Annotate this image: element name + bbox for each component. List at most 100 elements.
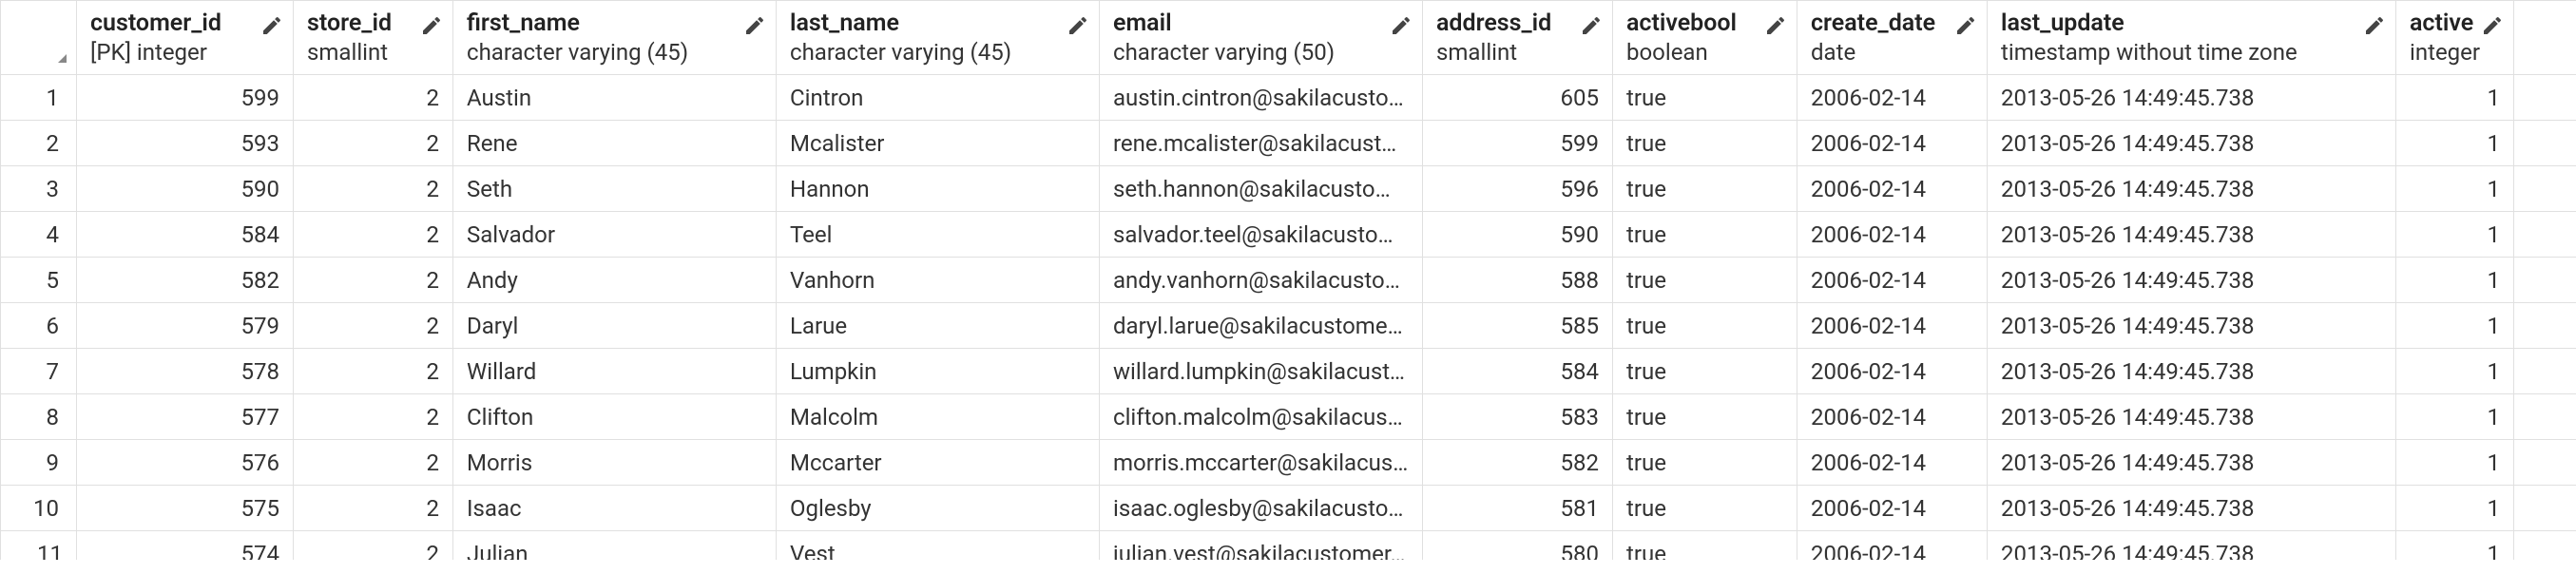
cell-address-id[interactable]: 581 xyxy=(1423,486,1613,531)
row-number-cell[interactable]: 4 xyxy=(1,212,77,258)
pencil-icon[interactable] xyxy=(1390,14,1413,37)
cell-activebool[interactable]: true xyxy=(1613,531,1797,561)
cell-store-id[interactable]: 2 xyxy=(294,349,453,394)
column-header-active[interactable]: active integer xyxy=(2396,1,2514,75)
cell-create-date[interactable]: 2006-02-14 xyxy=(1797,303,1988,349)
cell-last-name[interactable]: Hannon xyxy=(777,166,1100,212)
table-row[interactable]: 45842SalvadorTeelsalvador.teel@sakilacus… xyxy=(1,212,2576,258)
cell-address-id[interactable]: 588 xyxy=(1423,258,1613,303)
cell-active[interactable]: 1 xyxy=(2396,531,2514,561)
cell-active[interactable]: 1 xyxy=(2396,121,2514,166)
cell-first-name[interactable]: Andy xyxy=(453,258,777,303)
row-number-cell[interactable]: 3 xyxy=(1,166,77,212)
column-header-customer-id[interactable]: customer_id [PK] integer xyxy=(77,1,294,75)
cell-last-name[interactable]: Vest xyxy=(777,531,1100,561)
cell-email[interactable]: austin.cintron@sakilacusto… xyxy=(1100,75,1423,121)
cell-last-update[interactable]: 2013-05-26 14:49:45.738 xyxy=(1988,166,2396,212)
cell-customer-id[interactable]: 582 xyxy=(77,258,294,303)
cell-first-name[interactable]: Salvador xyxy=(453,212,777,258)
cell-create-date[interactable]: 2006-02-14 xyxy=(1797,121,1988,166)
cell-address-id[interactable]: 599 xyxy=(1423,121,1613,166)
cell-store-id[interactable]: 2 xyxy=(294,75,453,121)
cell-last-update[interactable]: 2013-05-26 14:49:45.738 xyxy=(1988,212,2396,258)
pencil-icon[interactable] xyxy=(743,14,766,37)
cell-email[interactable]: clifton.malcolm@sakilacust… xyxy=(1100,394,1423,440)
cell-customer-id[interactable]: 578 xyxy=(77,349,294,394)
table-row[interactable]: 55822AndyVanhornandy.vanhorn@sakilacusto… xyxy=(1,258,2576,303)
cell-first-name[interactable]: Isaac xyxy=(453,486,777,531)
cell-first-name[interactable]: Austin xyxy=(453,75,777,121)
cell-create-date[interactable]: 2006-02-14 xyxy=(1797,258,1988,303)
table-row[interactable]: 25932ReneMcalisterrene.mcalister@sakilac… xyxy=(1,121,2576,166)
cell-active[interactable]: 1 xyxy=(2396,440,2514,486)
cell-last-update[interactable]: 2013-05-26 14:49:45.738 xyxy=(1988,258,2396,303)
cell-email[interactable]: julian.vest@sakilacustomer… xyxy=(1100,531,1423,561)
cell-active[interactable]: 1 xyxy=(2396,212,2514,258)
cell-customer-id[interactable]: 575 xyxy=(77,486,294,531)
cell-first-name[interactable]: Rene xyxy=(453,121,777,166)
cell-store-id[interactable]: 2 xyxy=(294,166,453,212)
cell-last-name[interactable]: Larue xyxy=(777,303,1100,349)
cell-first-name[interactable]: Morris xyxy=(453,440,777,486)
cell-create-date[interactable]: 2006-02-14 xyxy=(1797,212,1988,258)
cell-active[interactable]: 1 xyxy=(2396,166,2514,212)
cell-last-name[interactable]: Oglesby xyxy=(777,486,1100,531)
cell-first-name[interactable]: Seth xyxy=(453,166,777,212)
cell-last-name[interactable]: Mcalister xyxy=(777,121,1100,166)
cell-create-date[interactable]: 2006-02-14 xyxy=(1797,440,1988,486)
table-row[interactable]: 105752IsaacOglesbyisaac.oglesby@sakilacu… xyxy=(1,486,2576,531)
table-row[interactable]: 115742JulianVestjulian.vest@sakilacustom… xyxy=(1,531,2576,561)
table-row[interactable]: 95762MorrisMccartermorris.mccarter@sakil… xyxy=(1,440,2576,486)
row-number-cell[interactable]: 2 xyxy=(1,121,77,166)
table-row[interactable]: 65792DarylLaruedaryl.larue@sakilacustome… xyxy=(1,303,2576,349)
table-row[interactable]: 35902SethHannonseth.hannon@sakilacustom…… xyxy=(1,166,2576,212)
cell-activebool[interactable]: true xyxy=(1613,166,1797,212)
cell-create-date[interactable]: 2006-02-14 xyxy=(1797,394,1988,440)
pencil-icon[interactable] xyxy=(260,14,283,37)
table-row[interactable]: 15992AustinCintronaustin.cintron@sakilac… xyxy=(1,75,2576,121)
column-header-create-date[interactable]: create_date date xyxy=(1797,1,1988,75)
cell-customer-id[interactable]: 576 xyxy=(77,440,294,486)
cell-customer-id[interactable]: 590 xyxy=(77,166,294,212)
cell-last-name[interactable]: Cintron xyxy=(777,75,1100,121)
cell-activebool[interactable]: true xyxy=(1613,303,1797,349)
cell-customer-id[interactable]: 593 xyxy=(77,121,294,166)
cell-email[interactable]: isaac.oglesby@sakilacusto… xyxy=(1100,486,1423,531)
cell-store-id[interactable]: 2 xyxy=(294,486,453,531)
pencil-icon[interactable] xyxy=(2481,14,2504,37)
row-number-cell[interactable]: 7 xyxy=(1,349,77,394)
cell-last-update[interactable]: 2013-05-26 14:49:45.738 xyxy=(1988,303,2396,349)
cell-email[interactable]: andy.vanhorn@sakilacusto… xyxy=(1100,258,1423,303)
cell-create-date[interactable]: 2006-02-14 xyxy=(1797,486,1988,531)
cell-create-date[interactable]: 2006-02-14 xyxy=(1797,166,1988,212)
pencil-icon[interactable] xyxy=(1954,14,1977,37)
row-number-cell[interactable]: 9 xyxy=(1,440,77,486)
column-header-activebool[interactable]: activebool boolean xyxy=(1613,1,1797,75)
cell-address-id[interactable]: 584 xyxy=(1423,349,1613,394)
cell-first-name[interactable]: Daryl xyxy=(453,303,777,349)
cell-customer-id[interactable]: 577 xyxy=(77,394,294,440)
cell-activebool[interactable]: true xyxy=(1613,75,1797,121)
cell-address-id[interactable]: 582 xyxy=(1423,440,1613,486)
cell-customer-id[interactable]: 599 xyxy=(77,75,294,121)
pencil-icon[interactable] xyxy=(420,14,443,37)
cell-customer-id[interactable]: 574 xyxy=(77,531,294,561)
cell-last-update[interactable]: 2013-05-26 14:49:45.738 xyxy=(1988,486,2396,531)
cell-activebool[interactable]: true xyxy=(1613,212,1797,258)
cell-last-update[interactable]: 2013-05-26 14:49:45.738 xyxy=(1988,440,2396,486)
row-number-cell[interactable]: 11 xyxy=(1,531,77,561)
cell-address-id[interactable]: 605 xyxy=(1423,75,1613,121)
cell-store-id[interactable]: 2 xyxy=(294,212,453,258)
cell-email[interactable]: seth.hannon@sakilacustom… xyxy=(1100,166,1423,212)
cell-address-id[interactable]: 583 xyxy=(1423,394,1613,440)
cell-create-date[interactable]: 2006-02-14 xyxy=(1797,531,1988,561)
row-number-cell[interactable]: 1 xyxy=(1,75,77,121)
cell-active[interactable]: 1 xyxy=(2396,303,2514,349)
cell-store-id[interactable]: 2 xyxy=(294,121,453,166)
cell-email[interactable]: rene.mcalister@sakilacusto… xyxy=(1100,121,1423,166)
cell-email[interactable]: salvador.teel@sakilacustom… xyxy=(1100,212,1423,258)
cell-store-id[interactable]: 2 xyxy=(294,258,453,303)
cell-store-id[interactable]: 2 xyxy=(294,303,453,349)
cell-customer-id[interactable]: 584 xyxy=(77,212,294,258)
cell-activebool[interactable]: true xyxy=(1613,121,1797,166)
